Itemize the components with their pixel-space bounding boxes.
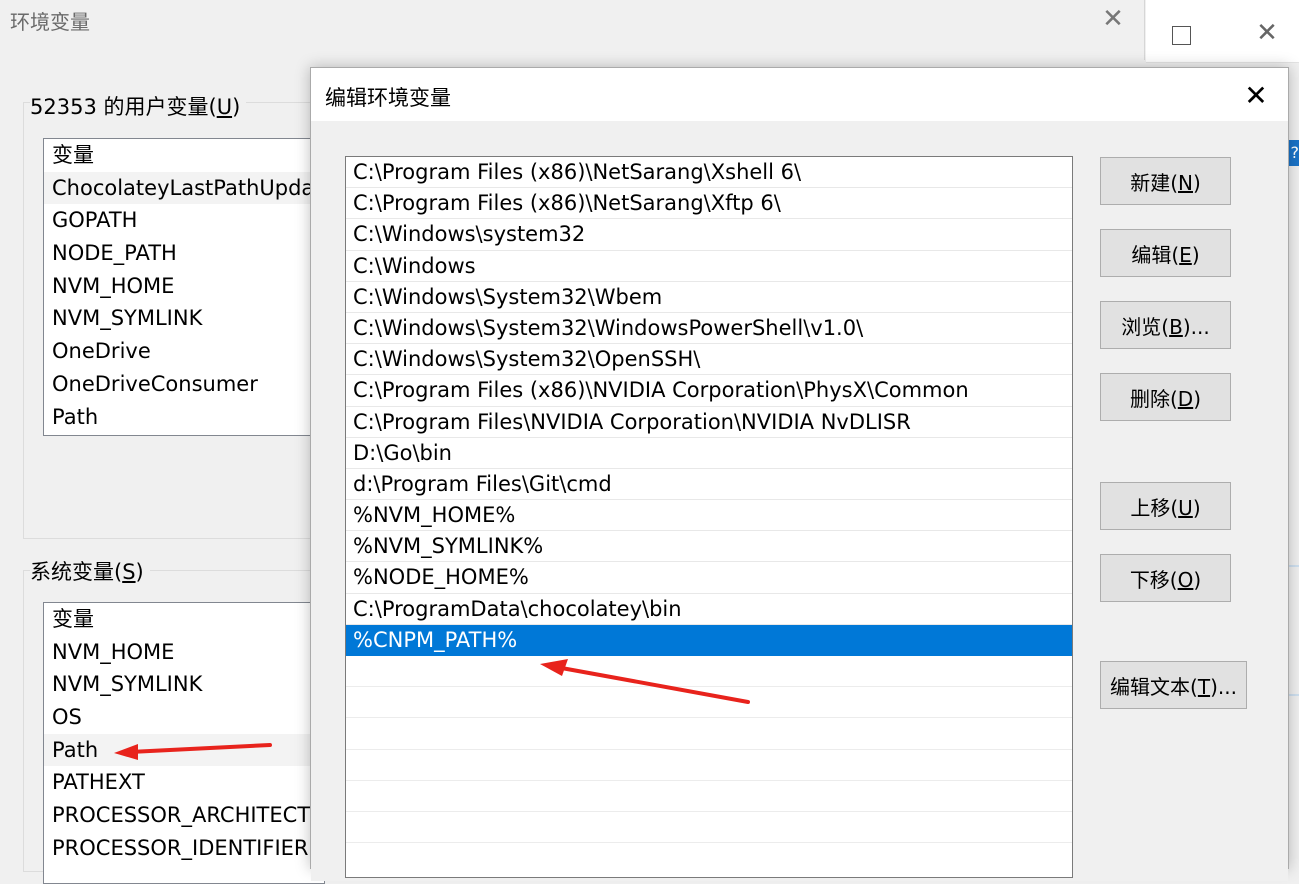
edit-button[interactable]: 编辑(E) — [1100, 229, 1231, 277]
path-item[interactable]: C:\Windows\System32\Wbem — [346, 282, 1072, 313]
list-item[interactable]: Path — [44, 401, 324, 434]
path-item[interactable]: D:\Go\bin — [346, 438, 1072, 469]
path-item[interactable]: %NVM_SYMLINK% — [346, 531, 1072, 563]
close-icon[interactable]: ✕ — [1098, 2, 1128, 36]
button-label: 编辑文本(T)... — [1110, 674, 1237, 699]
empty-row — [346, 812, 1072, 844]
dialog-body: C:\Program Files (x86)\NetSarang\Xshell … — [311, 121, 1288, 881]
list-item[interactable]: OneDrive — [44, 335, 324, 368]
empty-row — [346, 781, 1072, 812]
path-item[interactable]: %NODE_HOME% — [346, 562, 1072, 594]
list-item[interactable]: PROCESSOR_IDENTIFIER — [44, 832, 324, 865]
path-item[interactable]: C:\Windows\System32\WindowsPowerShell\v1… — [346, 313, 1072, 345]
help-icon[interactable]: ? — [1289, 140, 1299, 166]
path-item[interactable]: C:\Program Files (x86)\NetSarang\Xftp 6\ — [346, 188, 1072, 220]
path-item[interactable]: %NVM_HOME% — [346, 500, 1072, 532]
close-icon[interactable]: ✕ — [1236, 76, 1276, 116]
button-label: 删除(D) — [1129, 386, 1202, 411]
column-header[interactable]: 变量 — [44, 603, 324, 636]
list-item[interactable]: OS — [44, 701, 324, 734]
path-item[interactable]: d:\Program Files\Git\cmd — [346, 469, 1072, 501]
list-item[interactable]: NVM_HOME — [44, 636, 324, 669]
empty-row — [346, 656, 1072, 688]
path-item-selected[interactable]: %CNPM_PATH% — [346, 624, 1072, 656]
column-header[interactable]: 变量 — [44, 139, 324, 172]
button-label: 浏览(B)... — [1121, 314, 1210, 339]
empty-row — [346, 687, 1072, 719]
window-divider — [1144, 0, 1145, 60]
list-item[interactable]: NVM_SYMLINK — [44, 668, 324, 701]
button-label: 新建(N) — [1130, 170, 1201, 195]
path-item[interactable]: C:\Windows\system32 — [346, 219, 1072, 251]
path-item[interactable]: C:\Windows — [346, 251, 1072, 282]
button-label: 上移(U) — [1130, 495, 1201, 520]
empty-row — [346, 718, 1072, 750]
user-variables-label: 52353 的用户变量(U) — [30, 91, 247, 121]
button-label: 编辑(E) — [1131, 242, 1200, 267]
path-item[interactable]: C:\ProgramData\chocolatey\bin — [346, 594, 1072, 625]
path-list[interactable]: C:\Program Files (x86)\NetSarang\Xshell … — [345, 156, 1073, 878]
path-item[interactable]: C:\Program Files\NVIDIA Corporation\NVID… — [346, 407, 1072, 438]
path-item[interactable]: C:\Program Files (x86)\NVIDIA Corporatio… — [346, 375, 1072, 407]
list-item[interactable]: PROCESSOR_ARCHITECT — [44, 799, 324, 832]
list-item[interactable]: OneDriveConsumer — [44, 368, 324, 401]
delete-button[interactable]: 删除(D) — [1100, 373, 1231, 421]
path-item[interactable]: C:\Windows\System32\OpenSSH\ — [346, 344, 1072, 376]
button-label: 下移(O) — [1129, 567, 1202, 592]
dialog-title: 编辑环境变量 — [325, 86, 451, 110]
list-item[interactable]: NVM_HOME — [44, 270, 324, 303]
window-title: 环境变量 — [10, 10, 90, 34]
empty-row — [346, 750, 1072, 781]
edit-environment-variable-dialog: 编辑环境变量 ✕ C:\Program Files (x86)\NetSaran… — [310, 67, 1289, 881]
browse-button[interactable]: 浏览(B)... — [1100, 301, 1231, 349]
list-item[interactable]: NODE_PATH — [44, 237, 324, 270]
list-item[interactable]: GOPATH — [44, 204, 324, 237]
list-item[interactable]: PATHEXT — [44, 766, 324, 799]
list-item[interactable]: Path — [44, 733, 324, 767]
system-variables-list[interactable]: 变量 NVM_HOME NVM_SYMLINK OS Path PATHEXT … — [43, 602, 325, 884]
new-button[interactable]: 新建(N) — [1100, 157, 1231, 205]
divider — [1289, 694, 1299, 696]
system-variables-label: 系统变量(S) — [30, 556, 150, 586]
edit-text-button[interactable]: 编辑文本(T)... — [1100, 661, 1247, 709]
list-item[interactable]: ChocolateyLastPathUpda — [44, 171, 324, 205]
list-item[interactable]: NVM_SYMLINK — [44, 302, 324, 335]
divider — [1289, 565, 1299, 567]
maximize-icon[interactable] — [1172, 26, 1191, 45]
move-up-button[interactable]: 上移(U) — [1100, 482, 1231, 530]
user-variables-list[interactable]: 变量 ChocolateyLastPathUpda GOPATH NODE_PA… — [43, 138, 325, 436]
close-icon[interactable]: ✕ — [1252, 16, 1282, 50]
move-down-button[interactable]: 下移(O) — [1100, 554, 1231, 602]
path-item[interactable]: C:\Program Files (x86)\NetSarang\Xshell … — [346, 157, 1072, 189]
